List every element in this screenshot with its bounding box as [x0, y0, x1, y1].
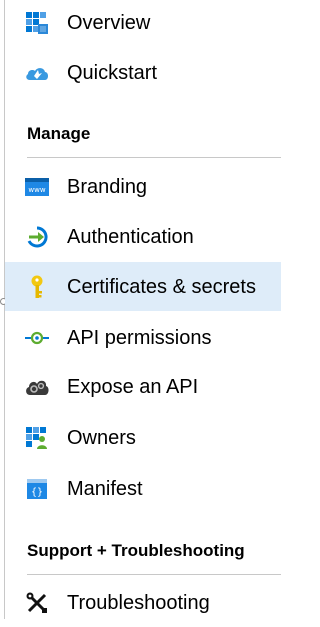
sidebar-item-label: Quickstart [67, 62, 158, 84]
sidebar-item-manifest[interactable]: {} Manifest [5, 465, 281, 513]
sidebar-item-owners[interactable]: Owners [5, 414, 281, 462]
section-heading-manage: Manage [27, 124, 91, 143]
manifest-braces-icon: {} [25, 477, 49, 501]
api-permissions-icon [25, 326, 49, 350]
sidebar-item-label: Authentication [67, 226, 194, 248]
sidebar-item-quickstart[interactable]: Quickstart [5, 49, 281, 97]
owners-grid-person-icon [25, 426, 49, 450]
section-divider [27, 574, 281, 575]
sidebar-item-label: Expose an API [67, 376, 199, 398]
sidebar-item-label: Overview [67, 12, 151, 34]
quickstart-cloud-icon [25, 61, 49, 85]
sidebar-item-label: Certificates & secrets [67, 275, 256, 298]
sidebar-item-branding[interactable]: www Branding [5, 163, 281, 211]
section-divider [27, 157, 281, 158]
wrench-screwdriver-icon [25, 591, 49, 615]
sidebar-item-certificates-secrets[interactable]: Certificates & secrets [5, 262, 281, 311]
sidebar-item-troubleshooting[interactable]: Troubleshooting [5, 579, 281, 627]
sidebar-item-api-permissions[interactable]: API permissions [5, 314, 281, 362]
sidebar-item-label: Branding [67, 176, 148, 198]
sidebar-item-overview[interactable]: Overview [5, 0, 281, 47]
sidebar-item-label: Owners [67, 427, 136, 449]
key-icon [25, 275, 49, 299]
authentication-arrow-icon [25, 225, 49, 249]
sidebar-item-label: Manifest [67, 478, 143, 500]
svg-text:{}: {} [31, 487, 43, 498]
section-heading-support-troubleshooting: Support + Troubleshooting [27, 541, 245, 560]
branding-www-icon: www [25, 175, 49, 199]
sidebar-item-label: API permissions [67, 327, 212, 349]
sidebar-item-label: Troubleshooting [67, 592, 210, 614]
overview-grid-icon [25, 11, 49, 35]
svg-text:www: www [28, 186, 45, 194]
sidebar-item-expose-an-api[interactable]: Expose an API [5, 363, 281, 411]
sidebar-item-authentication[interactable]: Authentication [5, 213, 281, 261]
expose-api-cloud-gear-icon [25, 375, 49, 399]
